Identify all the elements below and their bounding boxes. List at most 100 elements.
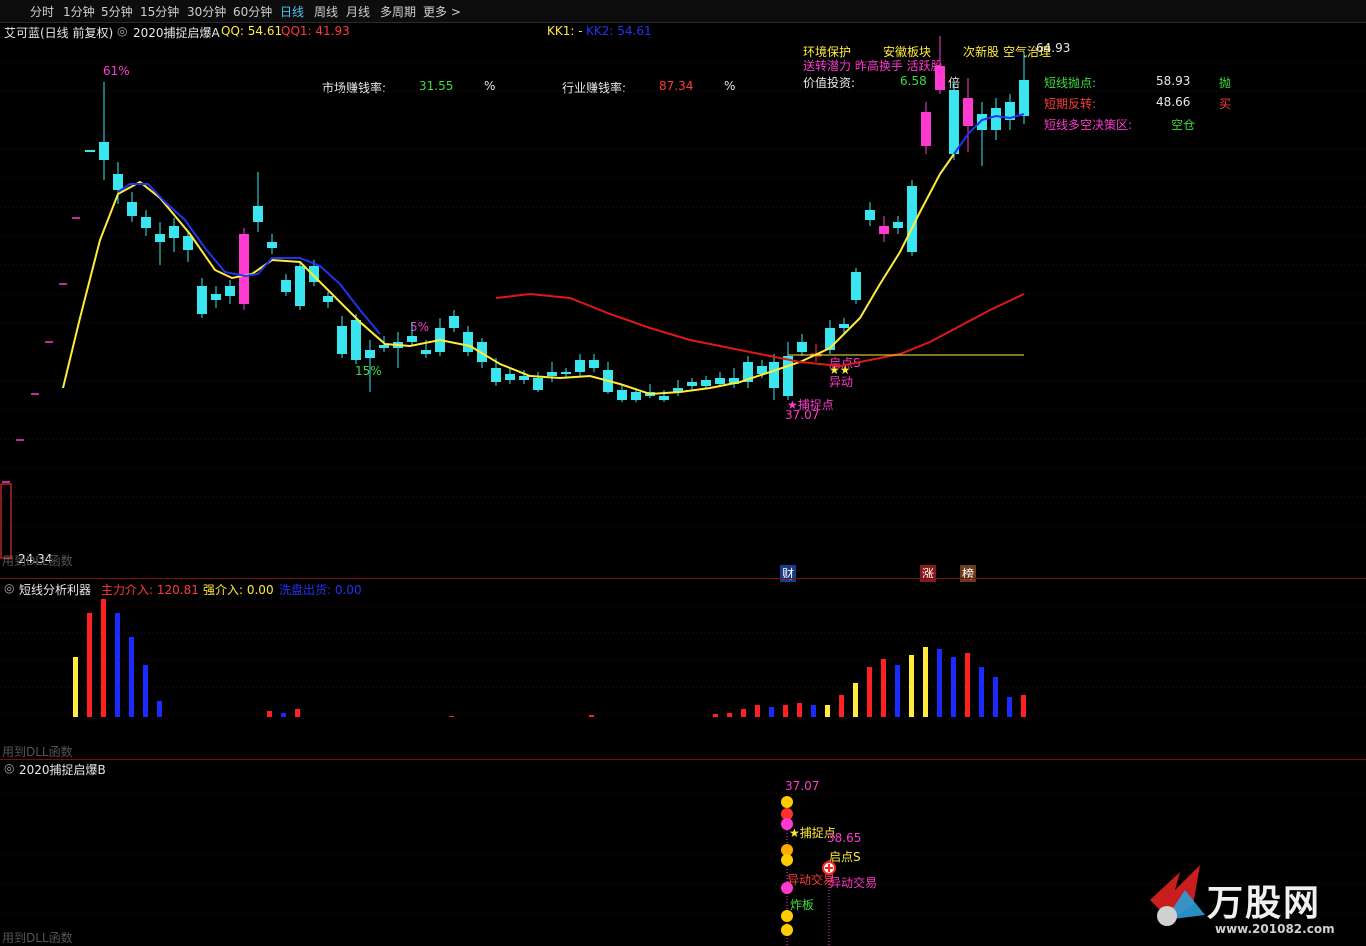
candle-body: [769, 362, 779, 388]
candle-body: [991, 108, 1001, 130]
indicator-bar: [589, 715, 594, 717]
candle-body: [589, 360, 599, 368]
indicator-bar: [895, 665, 900, 717]
candle-body: [295, 266, 305, 306]
indicator-bar: [449, 716, 454, 717]
candle-body: [225, 286, 235, 296]
candle-body: [893, 222, 903, 228]
candle-body: [365, 350, 375, 358]
signal-emoji-icon: [781, 882, 793, 894]
candle-body: [281, 280, 291, 292]
signal-emoji-icon: [781, 910, 793, 922]
indicator-bar: [825, 705, 830, 717]
candle-body: [169, 226, 179, 238]
toolbar-period-5[interactable]: 60分钟: [233, 3, 272, 20]
candle-body: [797, 342, 807, 352]
signal-emoji-icon: [781, 796, 793, 808]
indicator-bar: [783, 705, 788, 717]
candle-body: [659, 396, 669, 400]
indicator-bar: [115, 613, 120, 717]
toolbar-period-9[interactable]: 多周期: [380, 3, 416, 20]
indicator-bar: [157, 701, 162, 717]
indicator-bar: [87, 613, 92, 717]
watermark-brand: 万股网: [1207, 883, 1322, 924]
signal-emoji-icon: [781, 854, 793, 866]
candle-body: [337, 326, 347, 354]
indicator-bar: [993, 677, 998, 717]
candle-body: [379, 345, 389, 348]
toolbar-period-6[interactable]: 日线: [280, 3, 304, 20]
candle-body: [561, 372, 571, 374]
candle-body: [935, 66, 945, 90]
candle-body: [211, 294, 221, 300]
toolbar-period-4[interactable]: 30分钟: [187, 3, 226, 20]
signal-emoji-icon: [781, 924, 793, 936]
indicator-bar: [727, 713, 732, 717]
indicator-bar: [797, 703, 802, 717]
indicator-bar: [101, 599, 106, 717]
candle-body: [949, 90, 959, 154]
candle-body: [449, 316, 459, 328]
candle-body: [851, 272, 861, 300]
indicator-bar: [713, 714, 718, 717]
toolbar-period-10[interactable]: 更多 >: [423, 3, 461, 20]
bar-indicator-chart[interactable]: [0, 579, 1366, 759]
candle-body: [463, 332, 473, 352]
candle-body: [267, 242, 277, 248]
toolbar-period-1[interactable]: 1分钟: [63, 3, 95, 20]
candle-body: [407, 336, 417, 342]
toolbar-period-7[interactable]: 周线: [314, 3, 338, 20]
indicator-bar: [811, 705, 816, 717]
main-chart-panel: 艾可蓝(日线 前复权) ◎ 2020捕捉启爆A QQ: 54.61 QQ1: 4…: [0, 22, 1366, 582]
candle-body: [547, 372, 557, 376]
candle-body: [141, 217, 151, 228]
indicator-bar: [853, 683, 858, 717]
candle-body: [99, 142, 109, 160]
toolbar-period-0[interactable]: 分时: [30, 3, 54, 20]
candle-body: [155, 234, 165, 242]
candle-body: [963, 98, 973, 126]
candle-body: [533, 378, 543, 390]
candle-body: [239, 234, 249, 304]
candle-body: [253, 206, 263, 222]
candle-body: [1019, 80, 1029, 116]
indicator-bar: [73, 657, 78, 717]
candle-body: [865, 210, 875, 220]
candle-body: [617, 390, 627, 400]
period-toolbar: 分时 1分钟 5分钟 15分钟 30分钟 60分钟 日线 周线 月线 多周期 更多 >: [0, 0, 1366, 23]
candle-body: [183, 236, 193, 250]
candle: [0, 483, 12, 559]
toolbar-period-3[interactable]: 15分钟: [140, 3, 179, 20]
candle-body: [323, 296, 333, 302]
candle-body: [575, 360, 585, 372]
indicator-bar: [1021, 695, 1026, 717]
indicator-bar: [923, 647, 928, 717]
indicator-panel-2: ◎ 短线分析利器 主力介入: 120.81 强介入: 0.00 洗盘出货: 0.…: [0, 579, 1366, 759]
candle-body: [127, 202, 137, 216]
indicator-bar: [129, 637, 134, 717]
indicator-bar: [965, 653, 970, 717]
indicator-bar: [295, 709, 300, 717]
indicator-bar: [267, 711, 272, 717]
candle-body: [421, 350, 431, 354]
candlestick-chart[interactable]: [0, 22, 1366, 578]
candle-body: [85, 150, 95, 152]
indicator-bar: [909, 655, 914, 717]
toolbar-period-2[interactable]: 5分钟: [101, 3, 133, 20]
candle-body: [351, 320, 361, 360]
candle-body: [197, 286, 207, 314]
candle-body: [921, 112, 931, 146]
watermark-url: www.201082.com: [1215, 922, 1335, 936]
candle-body: [519, 376, 529, 380]
indicator-bar: [951, 657, 956, 717]
indicator-bar: [937, 649, 942, 717]
candle-body: [715, 378, 725, 384]
watermark-logo: 万股网 www.201082.com: [1145, 860, 1345, 945]
indicator-bar: [881, 659, 886, 717]
indicator-bar: [839, 695, 844, 717]
toolbar-period-8[interactable]: 月线: [346, 3, 370, 20]
indicator-bar: [979, 667, 984, 717]
candle-body: [113, 174, 123, 190]
candle-body: [505, 374, 515, 380]
ma-yellow-line: [62, 153, 955, 396]
